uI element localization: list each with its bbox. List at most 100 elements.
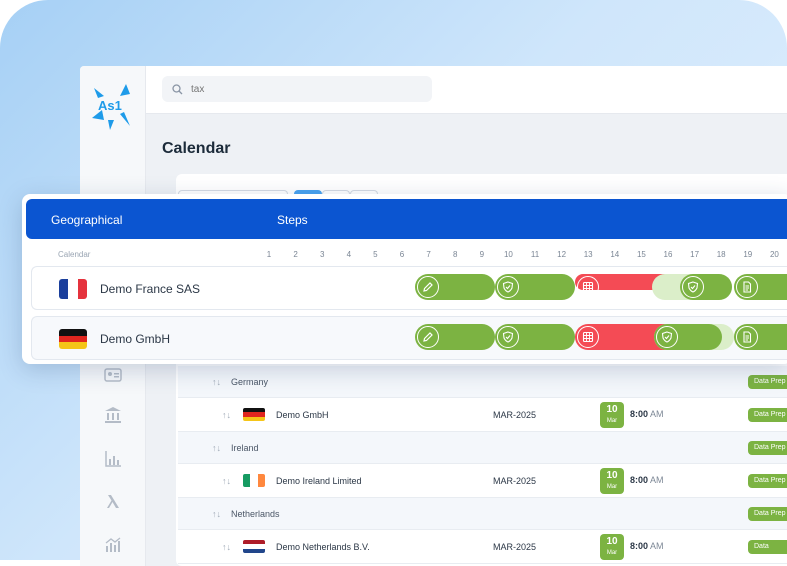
row-company-name: Demo France SAS [100, 282, 201, 296]
table-icon [577, 276, 599, 298]
document-icon [736, 326, 758, 348]
sort-icon[interactable]: ↑↓ [222, 476, 231, 486]
day-number: 4 [346, 250, 352, 259]
time-label: 8:00 AM [630, 475, 664, 485]
time-label: 8:00 AM [630, 409, 664, 419]
day-number: 9 [479, 250, 485, 259]
date-chip: 10 Mar [600, 402, 624, 428]
header-steps[interactable]: Steps [277, 213, 308, 227]
day-number: 6 [399, 250, 405, 259]
time-ampm: AM [650, 541, 664, 551]
country-name: Ireland [231, 442, 259, 453]
company-row[interactable]: ↑↓ Demo Netherlands B.V. MAR-2025 10 Mar 8:00… [178, 530, 787, 564]
time-value: 8:00 [630, 541, 649, 551]
company-name: Demo Netherlands B.V. [276, 541, 370, 552]
bar-chart-icon[interactable] [102, 448, 124, 470]
status-badge: Data Prep [748, 441, 787, 455]
day-number: 2 [293, 250, 298, 259]
date-chip: 10 Mar [600, 468, 624, 494]
date-month: Mar [606, 418, 618, 424]
steps-overlay-card: Geographical Steps Calendar 1 2 3 4 5 6 7 8 9 10 1… [22, 194, 787, 364]
day-number: 13 [583, 250, 593, 259]
logo-text: As1 [98, 98, 122, 113]
shield-check-icon [497, 276, 519, 298]
company-name: Demo Ireland Limited [276, 475, 362, 486]
step-bar-green[interactable] [495, 274, 575, 300]
country-group-row[interactable]: ↑↓ Ireland Data Prep [178, 432, 787, 464]
lambda-icon[interactable] [102, 490, 124, 512]
time-ampm: AM [650, 475, 664, 485]
contact-card-icon[interactable] [102, 364, 124, 386]
header-geographical[interactable]: Geographical [51, 213, 122, 227]
step-bar-green[interactable] [734, 274, 787, 300]
day-number: 17 [690, 250, 700, 259]
edit-icon [417, 276, 439, 298]
bank-icon[interactable] [102, 404, 124, 426]
date-month: Mar [606, 550, 618, 556]
germany-flag-icon [243, 408, 265, 421]
germany-flag-icon [59, 329, 87, 349]
search-box[interactable] [162, 76, 432, 102]
period-label: MAR-2025 [493, 475, 537, 486]
day-number: 14 [610, 250, 620, 259]
day-number: 20 [769, 250, 779, 259]
row-company-name: Demo GmbH [100, 332, 171, 346]
step-bar-green[interactable] [415, 274, 495, 300]
shield-check-icon [682, 276, 704, 298]
top-bar [146, 66, 787, 114]
sort-icon[interactable]: ↑↓ [222, 542, 231, 552]
country-name: Netherlands [231, 508, 280, 519]
day-number: 10 [503, 250, 513, 259]
country-name: Germany [231, 376, 269, 387]
day-number: 3 [319, 250, 325, 259]
day-number: 8 [452, 250, 458, 259]
day-number: 5 [373, 250, 378, 259]
sort-icon[interactable]: ↑↓ [212, 443, 221, 453]
page-title: Calendar [162, 140, 231, 157]
time-value: 8:00 [630, 409, 649, 419]
step-bar-green[interactable] [680, 274, 732, 300]
ireland-flag-icon [243, 474, 265, 487]
sort-icon[interactable]: ↑↓ [222, 410, 231, 420]
logo-icon[interactable]: As1 [90, 80, 136, 132]
company-row[interactable]: ↑↓ Demo Ireland Limited MAR-2025 10 Mar 8:00 … [178, 464, 787, 498]
search-input[interactable] [191, 83, 411, 95]
shield-check-icon [497, 326, 519, 348]
status-badge: Data Prep [748, 474, 787, 488]
document-icon [736, 276, 758, 298]
period-label: MAR-2025 [493, 409, 537, 420]
company-name: Demo GmbH [276, 409, 329, 420]
overlay-header: Geographical Steps [26, 199, 787, 239]
analytics-icon[interactable] [102, 534, 124, 556]
day-number: 15 [636, 250, 646, 259]
date-day: 10 [606, 536, 618, 547]
status-badge: Data [748, 540, 787, 554]
search-icon [172, 83, 183, 94]
date-month: Mar [606, 484, 618, 490]
step-bar-green[interactable] [415, 324, 495, 350]
step-bar-green[interactable] [734, 324, 787, 350]
calendar-label: Calendar [58, 250, 91, 259]
step-bar-green[interactable] [654, 324, 722, 350]
shield-check-icon [656, 326, 678, 348]
date-chip: 10 Mar [600, 534, 624, 560]
step-bar-green[interactable] [495, 324, 575, 350]
date-day: 10 [606, 470, 618, 481]
edit-icon [417, 326, 439, 348]
time-value: 8:00 [630, 475, 649, 485]
netherlands-flag-icon [243, 540, 265, 553]
company-row[interactable]: ↑↓ Demo GmbH MAR-2025 10 Mar 8:00 AM Data Prep [178, 398, 787, 432]
period-label: MAR-2025 [493, 541, 537, 552]
country-group-row[interactable]: ↑↓ Germany Data Prep [178, 366, 787, 398]
day-number: 19 [743, 250, 753, 259]
sort-icon[interactable]: ↑↓ [212, 377, 221, 387]
day-number: 1 [266, 250, 272, 259]
status-badge: Data Prep [748, 375, 787, 389]
france-flag-icon [59, 279, 87, 299]
time-label: 8:00 AM [630, 541, 664, 551]
date-day: 10 [606, 404, 618, 415]
time-ampm: AM [650, 409, 664, 419]
sort-icon[interactable]: ↑↓ [212, 509, 221, 519]
day-number: 16 [663, 250, 673, 259]
country-group-row[interactable]: ↑↓ Netherlands Data Prep [178, 498, 787, 530]
